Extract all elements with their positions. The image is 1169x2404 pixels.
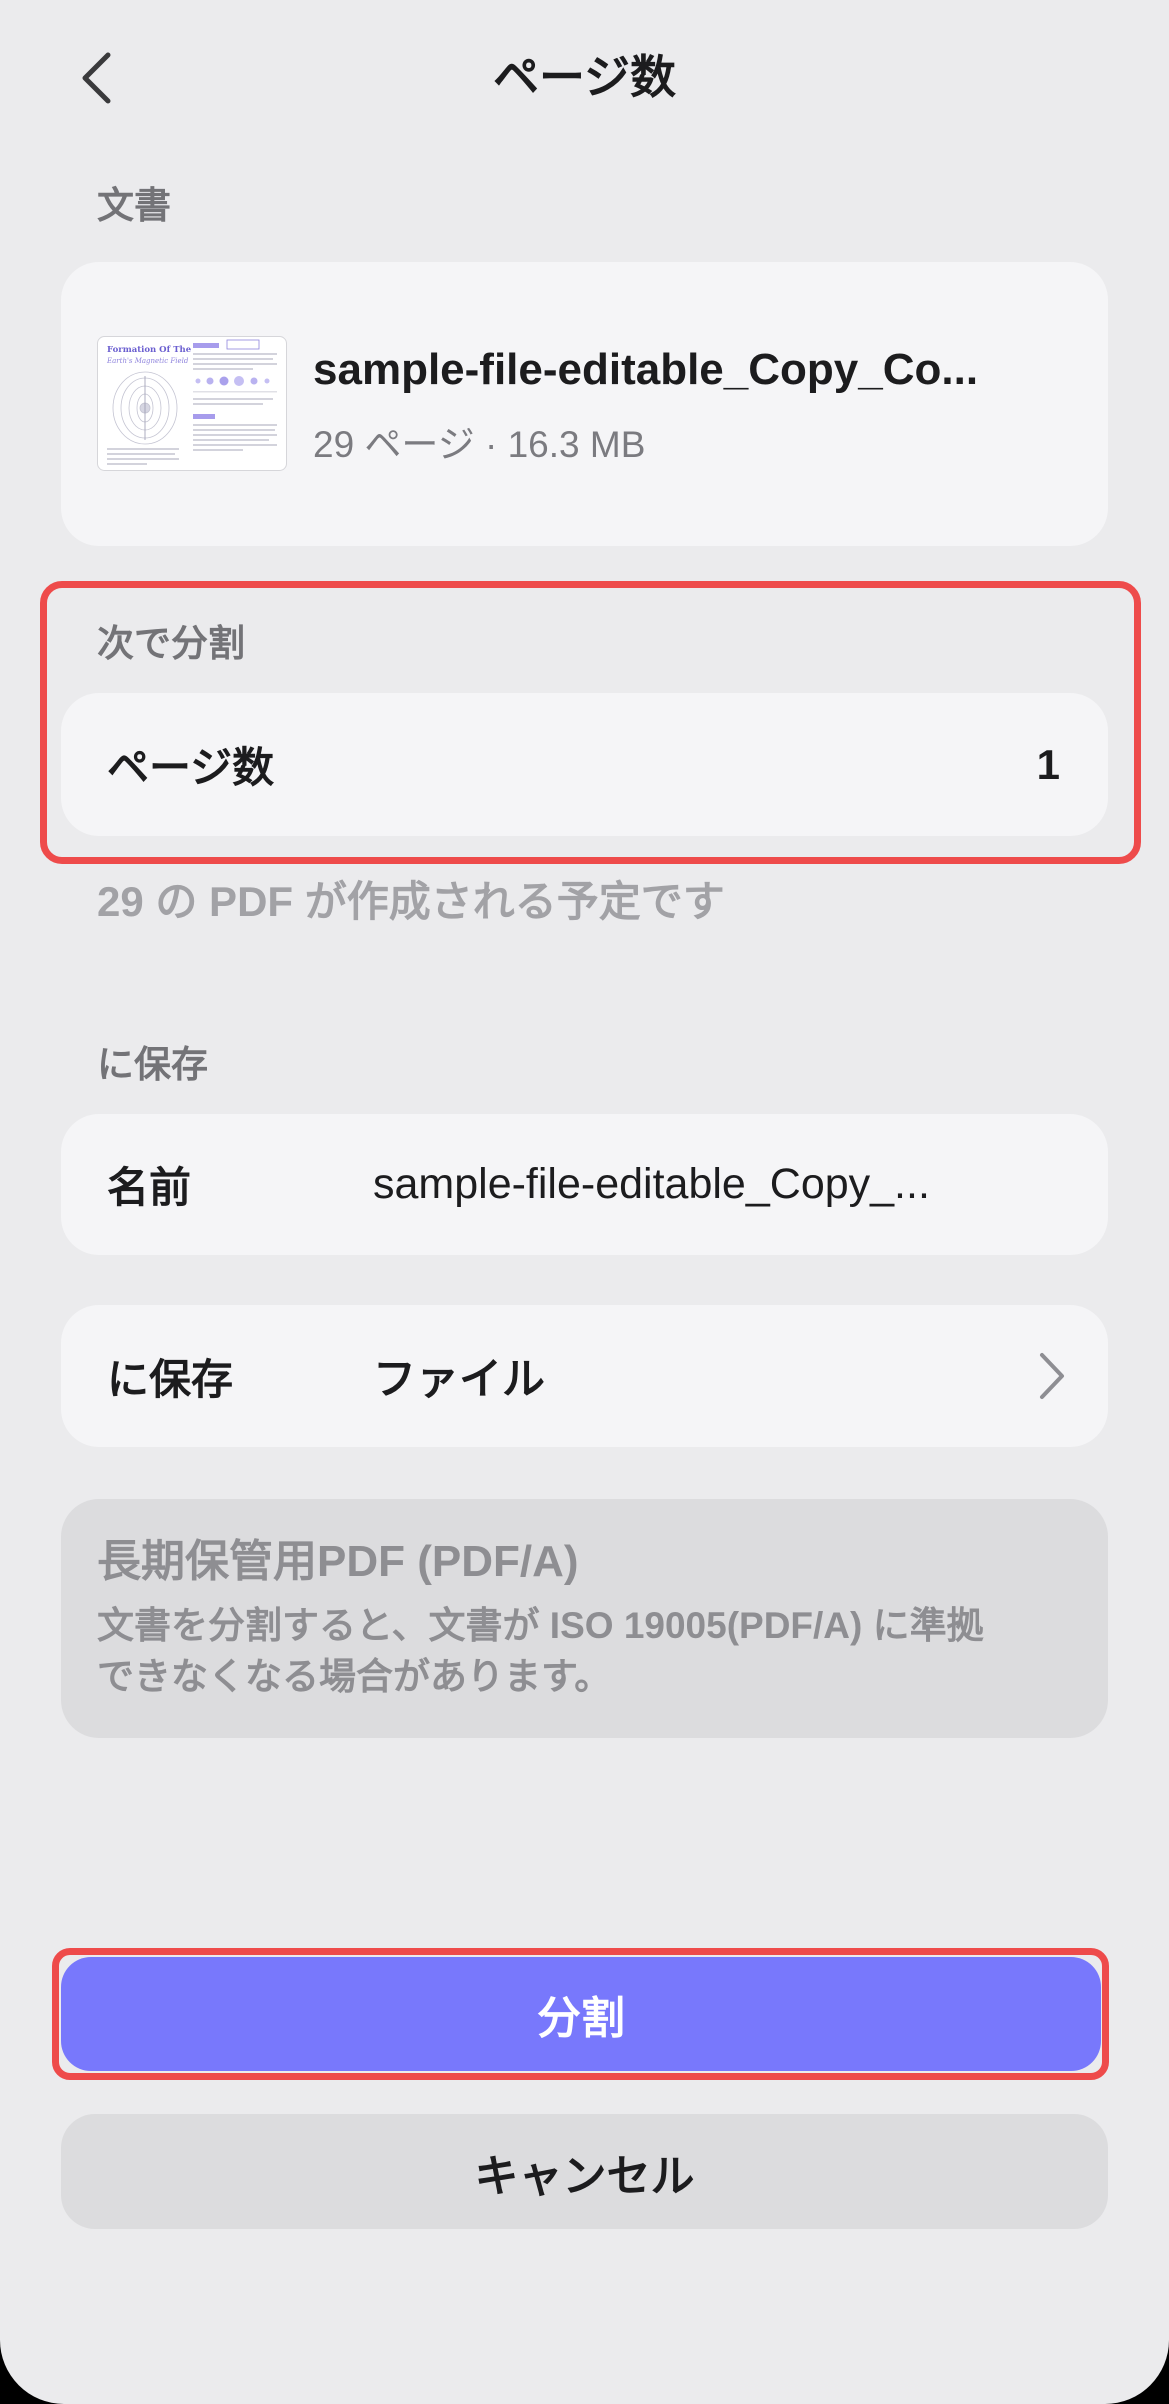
document-thumbnail: Formation Of The Earth's Magnetic Field: [97, 336, 287, 471]
split-result-note: 29 の PDF が作成される予定です: [97, 878, 725, 925]
file-name-row[interactable]: 名前 sample-file-editable_Copy_...: [61, 1114, 1108, 1255]
split-section-label: 次で分割: [97, 623, 245, 664]
pdfa-notice-description-line1: 文書を分割すると、文書が ISO 19005(PDF/A) に準拠: [97, 1605, 984, 1646]
file-meta: 29 ページ · 16.3 MB: [313, 424, 646, 465]
split-option-row[interactable]: ページ数 1: [61, 693, 1108, 836]
split-button[interactable]: 分割: [61, 1957, 1101, 2071]
pdfa-notice-title: 長期保管用PDF (PDF/A): [97, 1537, 579, 1586]
name-label: 名前: [107, 1164, 192, 1211]
split-option-value[interactable]: 1: [1037, 693, 1060, 836]
document-section-label: 文書: [97, 185, 171, 226]
split-option-label: ページ数: [107, 744, 275, 791]
pdfa-notice-description-line2: できなくなる場合があります。: [97, 1656, 612, 1697]
save-location-value: ファイル: [373, 1356, 545, 1404]
pdfa-notice: 長期保管用PDF (PDF/A) 文書を分割すると、文書が ISO 19005(…: [61, 1499, 1108, 1738]
thumbnail-title-line2: Earth's Magnetic Field: [106, 357, 189, 365]
thumbnail-title-line1: Formation Of The: [107, 345, 192, 355]
page-title: ページ数: [492, 51, 677, 103]
cancel-button[interactable]: キャンセル: [61, 2114, 1108, 2229]
chevron-right-icon: [1040, 1353, 1064, 1399]
save-section-label: に保存: [97, 1044, 208, 1085]
save-location-label: に保存: [107, 1355, 234, 1403]
file-name: sample-file-editable_Copy_Co...: [313, 345, 979, 394]
name-field[interactable]: sample-file-editable_Copy_...: [373, 1114, 930, 1255]
save-location-row[interactable]: に保存 ファイル: [61, 1305, 1108, 1447]
document-card: Formation Of The Earth's Magnetic Field: [61, 262, 1108, 546]
split-by-pages-screen: ページ数 文書 Formation Of The Earth's Magneti…: [0, 0, 1169, 2404]
